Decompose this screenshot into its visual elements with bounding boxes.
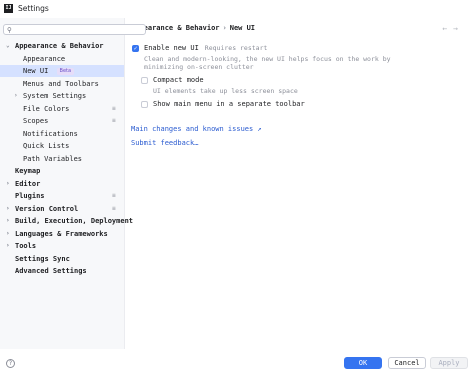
separate-toolbar-option[interactable]: Show main menu in a separate toolbar — [141, 99, 305, 110]
sidebar-item-label: File Colors — [23, 105, 70, 113]
sidebar-item-keymap[interactable]: Keymap — [15, 165, 40, 177]
chevron-right-icon: › — [6, 180, 10, 187]
sidebar-item-label: Quick Lists — [23, 142, 70, 150]
back-arrow-icon[interactable]: ← — [442, 24, 453, 33]
sidebar-item-appearance[interactable]: Appearance — [23, 53, 65, 65]
sidebar-item-label: Appearance & Behavior — [15, 42, 104, 50]
sidebar-item-label: Notifications — [23, 130, 78, 138]
breadcrumb-current: New UI — [229, 24, 256, 32]
enable-new-ui-checkbox[interactable]: ✓ — [132, 45, 139, 52]
compact-mode-option[interactable]: Compact mode — [141, 75, 204, 86]
sidebar-item-label: Version Control — [15, 205, 79, 213]
sidebar-item-new-ui[interactable]: New UI Beta — [23, 65, 75, 77]
main-changes-link[interactable]: Main changes and known issues ↗ — [131, 125, 262, 133]
beta-badge: Beta — [56, 68, 75, 75]
description-line: minimizing on-screen clutter — [144, 63, 254, 71]
separate-toolbar-checkbox[interactable] — [141, 101, 148, 108]
submit-feedback-link[interactable]: Submit feedback… — [131, 139, 198, 147]
sidebar-item-languages-frameworks[interactable]: › Languages & Frameworks — [6, 228, 108, 240]
sidebar-item-label: Languages & Frameworks — [15, 230, 108, 238]
ok-button[interactable]: OK — [344, 357, 382, 369]
sidebar-item-tools[interactable]: › Tools — [6, 240, 37, 252]
compact-mode-checkbox[interactable] — [141, 77, 148, 84]
sidebar-item-plugins[interactable]: Plugins — [15, 190, 45, 202]
chevron-right-icon: › — [6, 217, 10, 224]
settings-content: Appearance & Behavior › New UI ←→ ✓ Enable… — [126, 18, 474, 349]
apply-button[interactable]: Apply — [430, 357, 468, 369]
compact-mode-description: UI elements take up less screen space — [153, 87, 298, 95]
sidebar-item-label: New UI — [23, 67, 49, 75]
project-level-icon: ≡ — [112, 192, 116, 199]
sidebar-item-path-variables[interactable]: Path Variables — [23, 153, 82, 165]
sidebar-item-scopes[interactable]: Scopes — [23, 115, 48, 127]
checkmark-icon: ✓ — [133, 44, 138, 52]
sidebar-item-menus-toolbars[interactable]: Menus and Toolbars — [23, 78, 99, 90]
app-logo-icon: IJ — [4, 3, 13, 13]
enable-new-ui-label: Enable new UI — [144, 44, 199, 52]
settings-sidebar: ⚲ ⌄ Appearance & Behavior Appearance New… — [0, 18, 146, 349]
chevron-right-icon: › — [14, 92, 18, 99]
sidebar-item-editor[interactable]: › Editor — [6, 178, 41, 190]
project-level-icon: ≡ — [112, 205, 116, 212]
sidebar-item-label: Settings Sync — [15, 255, 70, 263]
search-icon: ⚲ — [7, 25, 12, 34]
sidebar-item-advanced-settings[interactable]: Advanced Settings — [15, 265, 87, 277]
sidebar-item-notifications[interactable]: Notifications — [23, 128, 78, 140]
sidebar-item-file-colors[interactable]: File Colors — [23, 103, 69, 115]
breadcrumb: Appearance & Behavior › New UI — [131, 24, 255, 32]
project-level-icon: ≡ — [112, 105, 116, 112]
sidebar-item-label: Editor — [15, 180, 41, 188]
search-input[interactable] — [13, 26, 134, 33]
sidebar-item-build-execution[interactable]: › Build, Execution, Deployment — [6, 215, 134, 227]
sidebar-item-label: Keymap — [15, 167, 41, 175]
sidebar-item-label: Build, Execution, Deployment — [15, 217, 134, 225]
forward-arrow-icon[interactable]: → — [453, 24, 464, 33]
compact-mode-label: Compact mode — [153, 76, 204, 84]
sidebar-item-quick-lists[interactable]: Quick Lists — [23, 140, 69, 152]
sidebar-item-label: Tools — [15, 242, 37, 250]
breadcrumb-separator: › — [222, 24, 227, 32]
enable-new-ui-description: Clean and modern-looking, the new UI hel… — [144, 55, 391, 71]
requires-restart-hint: Requires restart — [204, 44, 268, 52]
sidebar-item-settings-sync[interactable]: Settings Sync — [15, 253, 70, 265]
sidebar-item-label: Path Variables — [23, 155, 83, 163]
window-title: Settings — [18, 3, 49, 13]
chevron-down-icon: ⌄ — [6, 42, 10, 49]
chevron-right-icon: › — [6, 230, 10, 237]
sidebar-item-label: Plugins — [15, 192, 45, 200]
chevron-right-icon: › — [6, 205, 10, 212]
sidebar-item-label: System Settings — [23, 92, 87, 100]
separate-toolbar-label: Show main menu in a separate toolbar — [153, 100, 305, 108]
sidebar-item-version-control[interactable]: › Version Control — [6, 203, 79, 215]
project-level-icon: ≡ — [112, 117, 116, 124]
sidebar-item-appearance-behavior[interactable]: ⌄ Appearance & Behavior — [6, 40, 104, 52]
cancel-button[interactable]: Cancel — [388, 357, 426, 369]
dialog-footer: OK Cancel Apply — [0, 349, 474, 373]
chevron-right-icon: › — [6, 242, 10, 249]
description-line: Clean and modern-looking, the new UI hel… — [144, 55, 391, 63]
title-bar: IJ Settings — [0, 0, 474, 16]
enable-new-ui-option[interactable]: ✓ Enable new UI Requires restart — [132, 43, 267, 54]
history-navigation: ←→ — [442, 24, 464, 33]
sidebar-item-label: Appearance — [23, 55, 66, 63]
search-field[interactable]: ⚲ — [3, 24, 146, 35]
sidebar-item-system-settings[interactable]: › System Settings — [14, 90, 87, 102]
sidebar-item-label: Menus and Toolbars — [23, 80, 99, 88]
sidebar-item-label: Scopes — [23, 117, 49, 125]
sidebar-item-label: Advanced Settings — [15, 267, 87, 275]
